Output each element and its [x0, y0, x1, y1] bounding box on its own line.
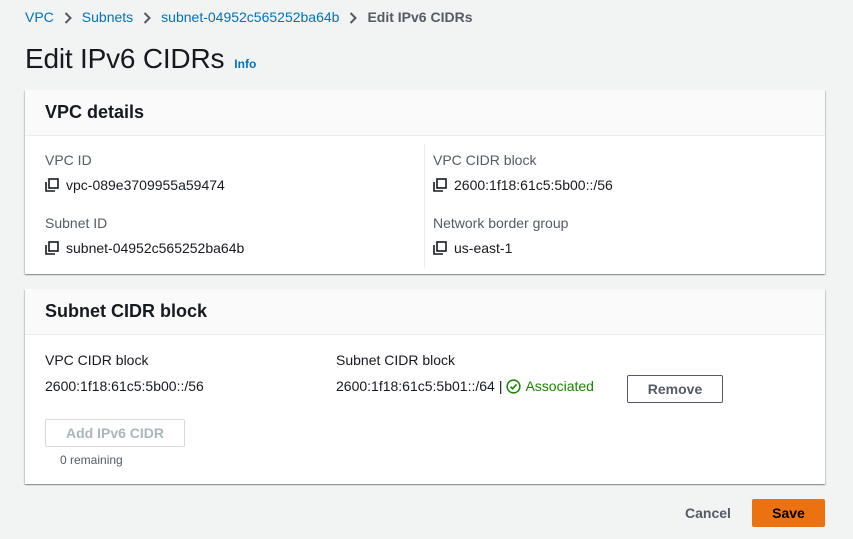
copy-icon[interactable] — [45, 241, 59, 255]
copy-icon[interactable] — [433, 178, 447, 192]
border-group-value-row: us-east-1 — [433, 240, 512, 256]
copy-icon[interactable] — [45, 178, 59, 192]
vpc-details-header: VPC details — [25, 90, 825, 136]
subnet-cidr-title: Subnet CIDR block — [45, 301, 208, 321]
add-ipv6-cidr-button[interactable]: Add IPv6 CIDR — [45, 419, 185, 447]
vpc-cidr-value-row: 2600:1f18:61c5:5b00::/56 — [433, 177, 613, 193]
vpc-id-value-row: vpc-089e3709955a59474 — [45, 177, 225, 193]
subnet-cidr-header: Subnet CIDR block — [25, 289, 825, 335]
remaining-count: 0 remaining — [60, 453, 123, 467]
status-text: Associated — [525, 378, 594, 394]
subnet-id-value-row: subnet-04952c565252ba64b — [45, 240, 244, 256]
column-divider — [424, 144, 425, 268]
chevron-right-icon — [54, 9, 82, 25]
subnet-vpc-cidr-value: 2600:1f18:61c5:5b00::/56 — [45, 378, 204, 394]
info-link[interactable]: Info — [234, 57, 256, 71]
copy-icon[interactable] — [433, 241, 447, 255]
page-header: Edit IPv6 CIDRs Info — [25, 43, 256, 75]
breadcrumb: VPC Subnets subnet-04952c565252ba64b Edi… — [25, 7, 472, 27]
subnet-cidr-value: 2600:1f18:61c5:5b01::/64 — [336, 378, 495, 394]
vpc-id-field: VPC ID — [45, 152, 92, 168]
vpc-cidr-label: VPC CIDR block — [433, 152, 537, 168]
vpc-cidr-field: VPC CIDR block — [433, 152, 536, 168]
vpc-id-value: vpc-089e3709955a59474 — [66, 177, 225, 193]
subnet-id-label: Subnet ID — [45, 215, 108, 231]
status-badge: Associated — [506, 378, 594, 394]
subnet-cidr-panel: Subnet CIDR block VPC CIDR block 2600:1f… — [25, 289, 825, 484]
border-group-label: Network border group — [433, 215, 569, 231]
page-title: Edit IPv6 CIDRs — [25, 43, 225, 74]
subnet-id-value: subnet-04952c565252ba64b — [66, 240, 245, 256]
breadcrumb-current: Edit IPv6 CIDRs — [367, 9, 473, 25]
remove-button[interactable]: Remove — [627, 375, 723, 403]
cancel-button[interactable]: Cancel — [673, 499, 743, 527]
subnet-cidr-label: Subnet CIDR block — [336, 352, 456, 368]
value-separator: | — [498, 378, 503, 394]
check-circle-icon — [506, 378, 525, 394]
subnet-cidr-value-row: 2600:1f18:61c5:5b01::/64 | Associated — [336, 378, 594, 394]
subnet-vpc-cidr-value-wrap: 2600:1f18:61c5:5b00::/56 — [45, 378, 204, 394]
vpc-details-panel: VPC details VPC ID vpc-089e3709955a59474… — [25, 90, 825, 274]
breadcrumb-subnet-id[interactable]: subnet-04952c565252ba64b — [161, 9, 339, 25]
breadcrumb-subnets[interactable]: Subnets — [82, 9, 133, 25]
vpc-id-label: VPC ID — [45, 152, 92, 168]
chevron-right-icon — [133, 9, 161, 25]
border-group-value: us-east-1 — [454, 240, 513, 256]
save-button[interactable]: Save — [752, 499, 825, 527]
breadcrumb-vpc[interactable]: VPC — [25, 9, 54, 25]
chevron-right-icon — [339, 9, 367, 25]
border-group-field: Network border group — [433, 215, 568, 231]
subnet-vpc-cidr-label: VPC CIDR block — [45, 352, 149, 368]
vpc-details-title: VPC details — [45, 102, 145, 122]
vpc-cidr-value: 2600:1f18:61c5:5b00::/56 — [454, 177, 613, 193]
subnet-id-field: Subnet ID — [45, 215, 107, 231]
subnet-cidr-label-wrap: Subnet CIDR block — [336, 352, 455, 368]
subnet-vpc-cidr-label-wrap: VPC CIDR block — [45, 352, 148, 368]
